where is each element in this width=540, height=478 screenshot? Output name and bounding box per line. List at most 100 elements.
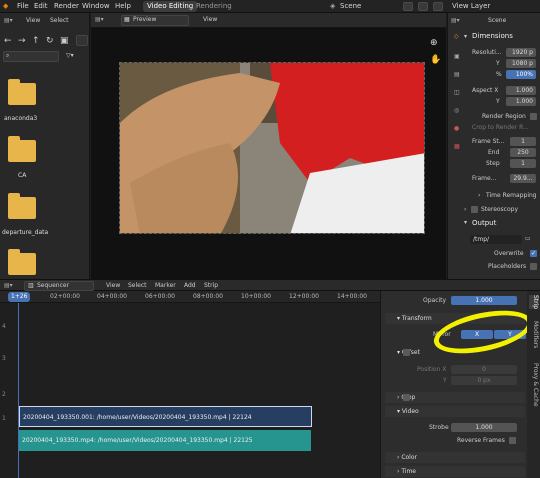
- folder-icon[interactable]: [8, 79, 36, 105]
- tool-icon[interactable]: ◇: [454, 33, 459, 40]
- new-folder-icon[interactable]: ▣: [60, 36, 69, 46]
- preview-menu-view[interactable]: View: [203, 16, 217, 23]
- video-section-header[interactable]: ▾ Video: [385, 406, 525, 417]
- scene-props-icon[interactable]: ◎: [454, 107, 459, 114]
- tab-modifiers[interactable]: Modifiers: [529, 321, 539, 348]
- res-x-label: Resoluti...: [472, 49, 502, 56]
- folder-browse-icon[interactable]: ▭: [525, 235, 531, 242]
- search-icon: ⌕: [6, 52, 10, 59]
- video-strip[interactable]: 20200404_193350.001: /home/user/Videos/2…: [19, 406, 312, 427]
- folder-label: CA: [18, 172, 27, 179]
- offset-checkbox[interactable]: [403, 349, 410, 356]
- world-icon[interactable]: ●: [454, 125, 459, 132]
- seq-menu-marker[interactable]: Marker: [155, 282, 176, 289]
- tab-proxy-cache[interactable]: Proxy & Cache: [529, 363, 539, 407]
- time-section-header[interactable]: › Time: [385, 466, 525, 477]
- channel-number: 4: [2, 323, 6, 330]
- scene-new-icon[interactable]: [418, 2, 428, 11]
- sequencer-timeline[interactable]: 4 3 2 1 20200404_193350.001: /home/user/…: [0, 303, 380, 478]
- seq-menu-select[interactable]: Select: [128, 282, 147, 289]
- frame-rate-dropdown[interactable]: 29.9...: [510, 174, 536, 183]
- output-header[interactable]: Output: [472, 219, 496, 227]
- filter-icon[interactable]: ▽▾: [66, 52, 74, 59]
- editor-type-icon[interactable]: ▤▾: [95, 16, 104, 23]
- folder-icon[interactable]: [8, 249, 36, 275]
- frame-start-field[interactable]: 1: [510, 137, 536, 146]
- forward-arrow-icon[interactable]: →: [18, 36, 26, 46]
- reverse-frames-label: Reverse Frames: [457, 437, 505, 444]
- reverse-frames-checkbox[interactable]: [509, 437, 516, 444]
- res-x-field[interactable]: 1920 p: [506, 48, 536, 57]
- placeholders-checkbox[interactable]: [530, 263, 537, 270]
- blender-logo-icon[interactable]: ◆: [3, 2, 8, 10]
- video-strip[interactable]: 20200404_193350.mp4: /home/user/Videos/2…: [19, 430, 311, 451]
- position-x-field[interactable]: 0: [451, 365, 517, 374]
- collapse-arrow-icon[interactable]: ▾: [464, 33, 467, 40]
- tab-strip[interactable]: Strip: [529, 295, 539, 310]
- position-y-field[interactable]: 0 px: [451, 376, 517, 385]
- back-arrow-icon[interactable]: ←: [4, 36, 12, 46]
- menu-render[interactable]: Render: [54, 2, 79, 10]
- stereoscopy-header[interactable]: Stereoscopy: [481, 206, 518, 213]
- menu-help[interactable]: Help: [115, 2, 131, 10]
- view-layer-icon[interactable]: ◫: [454, 89, 460, 96]
- render-region-checkbox[interactable]: [530, 113, 537, 120]
- editor-type-icon[interactable]: ▤▾: [4, 17, 13, 24]
- tab-rendering[interactable]: Rendering: [192, 1, 236, 12]
- ruler-tick: 06+00:00: [145, 293, 175, 300]
- fb-menu-view[interactable]: View: [26, 17, 40, 24]
- color-section-header[interactable]: › Color: [385, 452, 525, 463]
- tab-video-editing[interactable]: Video Editing: [143, 1, 198, 12]
- texture-icon[interactable]: ▦: [454, 143, 460, 150]
- crop-checkbox[interactable]: [403, 394, 410, 401]
- res-y-field[interactable]: 1080 p: [506, 59, 536, 68]
- scene-name[interactable]: Scene: [340, 2, 361, 10]
- expand-arrow-icon[interactable]: ›: [478, 192, 480, 199]
- file-browser: ▤▾ View Select ← → ↑ ↻ ▣ ⌕ ▽▾ anaconda3 …: [0, 13, 90, 279]
- aspect-y-field[interactable]: 1.000: [506, 97, 536, 106]
- render-icon[interactable]: ▣: [454, 53, 460, 60]
- frame-step-field[interactable]: 1: [510, 159, 536, 168]
- properties-tabs-icon[interactable]: ▤▾: [451, 17, 460, 24]
- opacity-label: Opacity: [423, 297, 447, 304]
- frame-end-field[interactable]: 250: [510, 148, 536, 157]
- folder-icon[interactable]: [8, 136, 36, 162]
- expand-arrow-icon[interactable]: ›: [464, 206, 466, 213]
- refresh-icon[interactable]: ↻: [46, 36, 54, 46]
- output-path-field[interactable]: /tmp/: [470, 235, 522, 244]
- aspect-x-field[interactable]: 1.000: [506, 86, 536, 95]
- zoom-icon[interactable]: ⊕: [430, 38, 438, 48]
- res-pct-field[interactable]: 100%: [506, 70, 536, 79]
- search-input[interactable]: [3, 51, 59, 62]
- menu-file[interactable]: File: [17, 2, 29, 10]
- seq-menu-strip[interactable]: Strip: [204, 282, 218, 289]
- path-field[interactable]: [76, 35, 88, 46]
- sidebar-tabs: Strip Modifiers Proxy & Cache: [527, 291, 540, 478]
- parent-dir-icon[interactable]: ↑: [32, 36, 40, 46]
- time-remapping-header[interactable]: Time Remapping: [486, 192, 537, 199]
- stereoscopy-checkbox[interactable]: [471, 206, 478, 213]
- folder-icon[interactable]: [8, 193, 36, 219]
- seq-menu-view[interactable]: View: [106, 282, 120, 289]
- opacity-slider[interactable]: 1.000: [451, 296, 517, 305]
- position-x-label: Position X: [417, 366, 447, 373]
- scene-browse-icon[interactable]: [403, 2, 413, 11]
- seq-menu-add[interactable]: Add: [184, 282, 196, 289]
- menu-edit[interactable]: Edit: [34, 2, 48, 10]
- output-icon[interactable]: ▤: [454, 71, 460, 78]
- overwrite-checkbox[interactable]: ✓: [530, 250, 537, 257]
- playhead[interactable]: [18, 303, 19, 478]
- collapse-arrow-icon[interactable]: ▾: [464, 219, 467, 226]
- scene-delete-icon[interactable]: [433, 2, 443, 11]
- channel-number: 3: [2, 355, 6, 362]
- pan-hand-icon[interactable]: ✋: [430, 55, 441, 65]
- strobe-field[interactable]: 1.000: [451, 423, 517, 432]
- timeline-ruler[interactable]: 1+26 02+00:00 04+00:00 06+00:00 08+00:00…: [0, 291, 380, 303]
- sequencer-label: Sequencer: [37, 282, 70, 289]
- current-frame-indicator[interactable]: 1+26: [8, 292, 31, 302]
- view-layer-name[interactable]: View Layer: [452, 2, 490, 10]
- dimensions-header[interactable]: Dimensions: [472, 32, 513, 40]
- fb-menu-select[interactable]: Select: [50, 17, 69, 24]
- menu-window[interactable]: Window: [82, 2, 110, 10]
- editor-type-icon[interactable]: ▤▾: [4, 282, 13, 289]
